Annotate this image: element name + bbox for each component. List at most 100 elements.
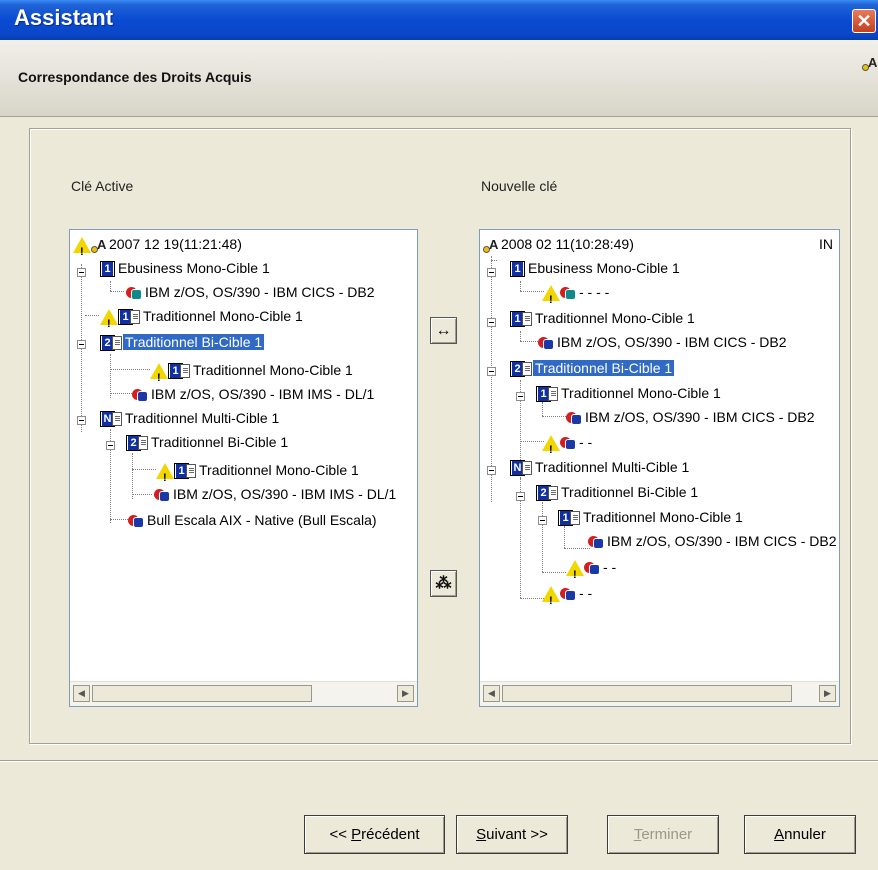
active-key-tree[interactable]: ! A 2007 12 19(11:21:48) 1 Ebusiness Mono-C… xyxy=(69,229,418,707)
tree-row[interactable]: ! - - xyxy=(542,430,594,456)
document-icon xyxy=(112,336,122,351)
tree-row[interactable]: IBM z/OS, OS/390 - IBM CICS - DB2 xyxy=(588,529,839,553)
tree-row[interactable]: N Traditionnel Multi-Cible 1 xyxy=(510,455,691,479)
platform-icon xyxy=(588,534,604,550)
tree-item-label: Traditionnel Mono-Cible 1 xyxy=(535,310,695,326)
left-arrow-icon: ◀ xyxy=(488,688,495,698)
warning-icon: ! xyxy=(566,560,584,581)
platform-icon xyxy=(566,410,582,426)
warning-icon: ! xyxy=(542,435,560,456)
tree-item-label: Ebusiness Mono-Cible 1 xyxy=(118,260,270,276)
active-key-label: Clé Active xyxy=(71,178,134,194)
tree-row[interactable]: ! - - xyxy=(566,555,618,581)
tree-row[interactable]: IBM z/OS, OS/390 - IBM IMS - DL/1 xyxy=(132,382,376,406)
scroll-right-button[interactable]: ▶ xyxy=(819,685,836,702)
tree-row[interactable]: 1 Traditionnel Mono-Cible 1 xyxy=(510,306,697,330)
title-bar: Assistant ✕ xyxy=(0,0,878,40)
previous-mnemonic: P xyxy=(351,826,362,843)
tree-item-label: IBM z/OS, OS/390 - IBM IMS - DL/1 xyxy=(151,386,375,402)
platform-icon xyxy=(560,435,576,451)
tree-row[interactable]: ! 1 Traditionnel Mono-Cible 1 xyxy=(150,358,355,384)
tree-row[interactable]: ! - - xyxy=(542,581,594,607)
new-key-tree-view[interactable]: A 2008 02 11(10:28:49) IN 1 Ebusiness Mono… xyxy=(480,230,839,682)
next-button[interactable]: Suivant >> xyxy=(456,815,568,854)
warning-icon: ! xyxy=(156,463,174,484)
tree-row[interactable]: ! A 2007 12 19(11:21:48) xyxy=(73,232,244,258)
tree-row-suffix: IN xyxy=(819,232,833,256)
tree-row[interactable]: Bull Escala AIX - Native (Bull Escala) xyxy=(128,508,379,532)
solution-1-icon: 1 xyxy=(510,261,525,278)
tree-row[interactable]: 2 Traditionnel Bi-Cible 1 xyxy=(126,430,290,454)
tree-row[interactable]: IBM z/OS, OS/390 - IBM IMS - DL/1 xyxy=(154,482,398,506)
finish-label: erminer xyxy=(641,826,693,843)
right-arrow-icon: ▶ xyxy=(824,688,831,698)
document-icon xyxy=(548,486,558,501)
new-key-label: Nouvelle clé xyxy=(481,178,558,194)
tree-item-label: Traditionnel Mono-Cible 1 xyxy=(193,362,353,378)
platform-icon xyxy=(560,285,576,301)
tree-item-label: IBM z/OS, OS/390 - IBM CICS - DB2 xyxy=(607,533,837,549)
key-icon: A xyxy=(862,54,878,72)
tree-item-label: Traditionnel Multi-Cible 1 xyxy=(535,459,690,475)
tree-row[interactable]: N Traditionnel Multi-Cible 1 xyxy=(100,406,281,430)
horizontal-scrollbar[interactable]: ◀ ▶ xyxy=(70,681,417,706)
tree-row-selected[interactable]: 2 Traditionnel Bi-Cible 1 xyxy=(100,330,266,354)
tree-row[interactable]: 1 Ebusiness Mono-Cible 1 xyxy=(100,256,272,280)
tree-item-label: Ebusiness Mono-Cible 1 xyxy=(528,260,680,276)
wizard-header: Correspondance des Droits Acquis A xyxy=(0,40,878,117)
tree-row[interactable]: IBM z/OS, OS/390 - IBM CICS - DB2 xyxy=(126,280,377,304)
tree-row[interactable]: 1 Traditionnel Mono-Cible 1 xyxy=(536,381,723,405)
key-icon: A xyxy=(91,237,107,254)
left-arrow-icon: ◀ xyxy=(78,688,85,698)
horizontal-scrollbar[interactable]: ◀ ▶ xyxy=(480,681,839,706)
tree-item-label: Traditionnel Multi-Cible 1 xyxy=(125,410,280,426)
document-icon xyxy=(570,511,580,526)
tree-item-label: Bull Escala AIX - Native (Bull Escala) xyxy=(147,512,377,528)
cancel-mnemonic: A xyxy=(774,826,785,843)
close-button[interactable]: ✕ xyxy=(852,9,876,33)
tree-row-selected[interactable]: 2 Traditionnel Bi-Cible 1 xyxy=(510,356,676,380)
scroll-thumb[interactable] xyxy=(92,685,312,702)
tree-row[interactable]: A 2008 02 11(10:28:49) xyxy=(483,232,636,256)
platform-icon xyxy=(560,586,576,602)
cancel-label: nnuler xyxy=(784,826,826,843)
tree-row[interactable]: 1 Traditionnel Mono-Cible 1 xyxy=(558,505,745,529)
tree-item-label: Traditionnel Mono-Cible 1 xyxy=(583,509,743,525)
solution-1-icon: 1 xyxy=(100,261,115,278)
tree-row[interactable]: ! 1 Traditionnel Mono-Cible 1 xyxy=(156,458,361,484)
document-icon xyxy=(138,436,148,451)
close-icon[interactable]: ✕ xyxy=(853,10,875,32)
platform-icon xyxy=(538,335,554,351)
platform-icon xyxy=(132,387,148,403)
active-key-tree-view[interactable]: ! A 2007 12 19(11:21:48) 1 Ebusiness Mono-C… xyxy=(70,230,417,682)
tree-row[interactable]: 2 Traditionnel Bi-Cible 1 xyxy=(536,480,700,504)
previous-button[interactable]: << Précédent xyxy=(304,815,445,854)
document-icon xyxy=(548,387,558,402)
tree-item-label: Traditionnel Mono-Cible 1 xyxy=(199,462,359,478)
auto-map-button[interactable]: ⁂ xyxy=(430,570,457,597)
finish-button[interactable]: Terminer xyxy=(607,815,719,854)
platform-icon xyxy=(154,487,170,503)
tree-row[interactable]: 1 Ebusiness Mono-Cible 1 xyxy=(510,256,682,280)
scroll-left-button[interactable]: ◀ xyxy=(73,685,90,702)
footer-separator xyxy=(0,760,878,761)
tree-item-label: - - - - xyxy=(579,284,610,300)
new-key-tree[interactable]: A 2008 02 11(10:28:49) IN 1 Ebusiness Mono… xyxy=(479,229,840,707)
swap-button[interactable]: ↔ xyxy=(430,317,457,344)
key-icon: A xyxy=(483,237,499,254)
platform-icon xyxy=(584,560,600,576)
tree-item-label: Traditionnel Mono-Cible 1 xyxy=(143,308,303,324)
tree-row[interactable]: ! - - - - xyxy=(542,280,611,306)
warning-icon: ! xyxy=(542,586,560,607)
document-icon xyxy=(186,464,196,479)
tree-row[interactable]: ! 1 Traditionnel Mono-Cible 1 xyxy=(100,304,305,330)
scroll-left-button[interactable]: ◀ xyxy=(483,685,500,702)
tree-row[interactable]: IBM z/OS, OS/390 - IBM CICS - DB2 xyxy=(538,330,789,354)
warning-icon: ! xyxy=(73,237,91,258)
scroll-right-button[interactable]: ▶ xyxy=(397,685,414,702)
tree-row[interactable]: IBM z/OS, OS/390 - IBM CICS - DB2 xyxy=(566,405,817,429)
scroll-thumb[interactable] xyxy=(502,685,792,702)
tree-item-label: - - xyxy=(579,434,593,450)
next-label: uivant >> xyxy=(486,826,548,843)
cancel-button[interactable]: Annuler xyxy=(744,815,856,854)
